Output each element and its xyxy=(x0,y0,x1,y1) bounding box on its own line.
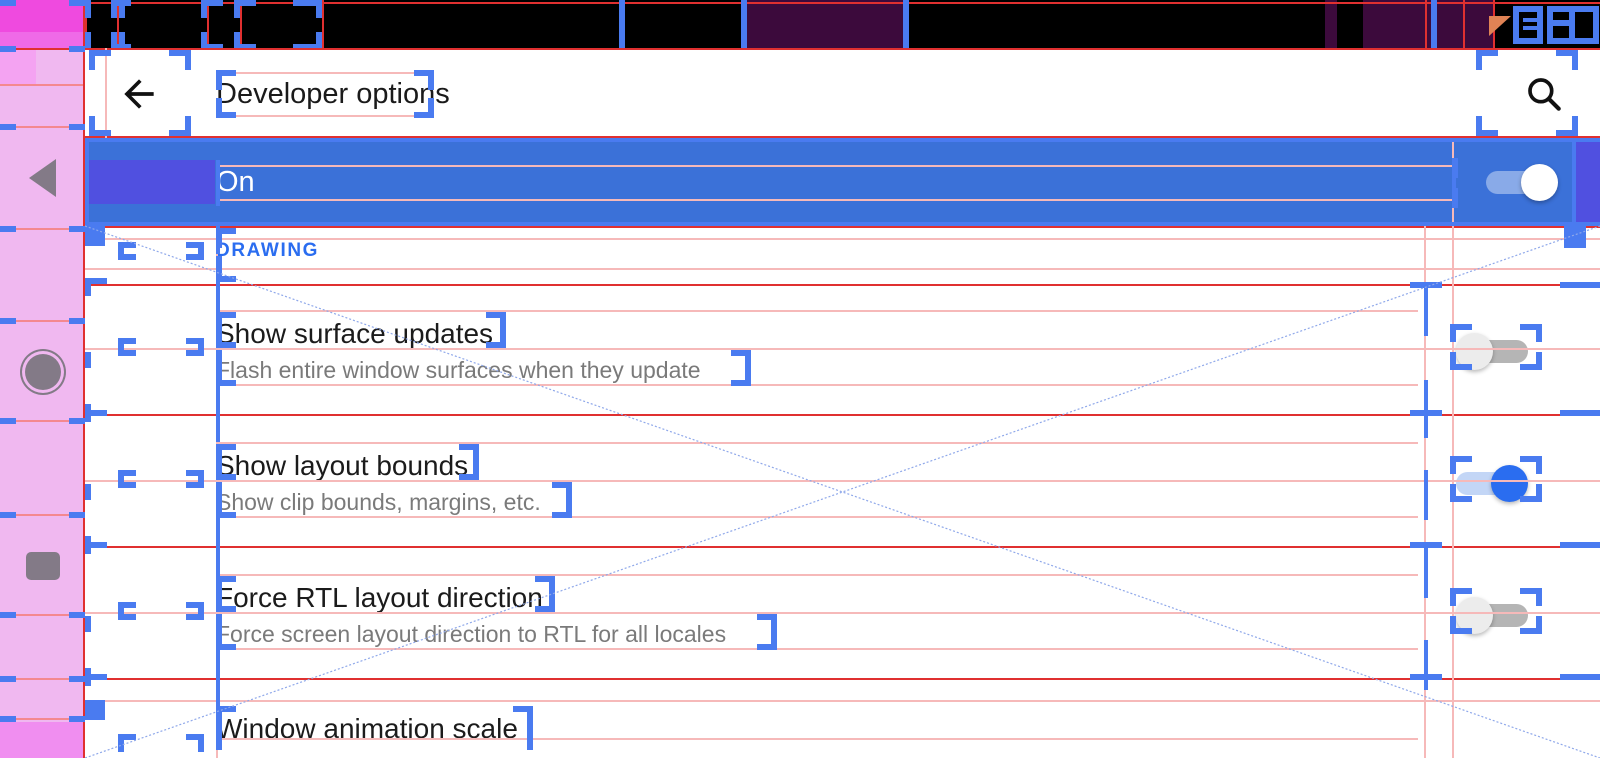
preference-row-force-rtl[interactable]: Force RTL layout direction Force screen … xyxy=(85,547,1600,683)
switch-thumb xyxy=(1491,465,1528,502)
bound-corner xyxy=(69,612,85,618)
bound-corner xyxy=(0,418,16,424)
bound-corner xyxy=(0,676,16,682)
switch-thumb xyxy=(1456,333,1493,370)
search-icon xyxy=(1528,78,1561,111)
status-bar-region xyxy=(747,0,909,50)
master-left-band xyxy=(85,160,215,204)
bound-corner xyxy=(69,716,85,722)
status-bar-region xyxy=(1363,0,1493,50)
bound-line xyxy=(1463,0,1465,50)
bound-corner xyxy=(0,716,16,722)
preference-summary: Flash entire window surfaces when they u… xyxy=(216,357,701,383)
bound-corner xyxy=(0,226,16,232)
nav-recents-button[interactable] xyxy=(0,516,85,616)
bound-corner xyxy=(0,0,16,6)
back-button[interactable] xyxy=(89,52,189,136)
app-toolbar: Developer options xyxy=(85,50,1600,138)
navigation-bar xyxy=(0,0,85,758)
preference-row-show-surface-updates[interactable]: Show surface updates Flash entire window… xyxy=(85,283,1600,419)
bound-corner xyxy=(69,512,85,518)
preference-toggle-force-rtl[interactable] xyxy=(1456,597,1528,634)
android-screen: Developer options On DRAWING Show surfac… xyxy=(0,0,1600,758)
bound-corner xyxy=(69,418,85,424)
bound-corner xyxy=(69,318,85,324)
triangle-back-icon xyxy=(29,159,56,197)
nav-sub-band xyxy=(0,50,36,86)
bound-line xyxy=(1425,0,1427,50)
bound-line xyxy=(240,0,242,50)
bound-line xyxy=(322,0,324,50)
search-button[interactable] xyxy=(1496,52,1592,136)
bound-corner xyxy=(0,612,16,618)
bound-corner xyxy=(0,318,16,324)
switch-thumb xyxy=(1521,164,1558,201)
back-arrow-icon xyxy=(124,79,154,109)
bound-corner xyxy=(0,46,16,52)
preference-title: Show surface updates xyxy=(216,318,494,349)
master-switch-label: On xyxy=(216,166,255,198)
page-title: Developer options xyxy=(216,78,450,110)
bound-corner xyxy=(69,46,85,52)
master-right-band xyxy=(1572,138,1600,226)
preference-toggle-show-layout-bounds[interactable] xyxy=(1456,465,1528,502)
nav-back-button[interactable] xyxy=(0,128,85,228)
switch-thumb xyxy=(1456,597,1493,634)
nav-bound-line xyxy=(0,84,85,86)
preference-title: Force RTL layout direction xyxy=(216,582,543,613)
bound-corner xyxy=(0,124,16,130)
master-switch-toggle[interactable] xyxy=(1486,164,1558,201)
bound-corner xyxy=(69,226,85,232)
status-bar-region xyxy=(1325,0,1337,50)
preference-row-window-animation-scale[interactable]: Window animation scale xyxy=(85,679,1600,758)
bound-corner xyxy=(0,512,16,518)
nav-bottom-band xyxy=(0,722,85,758)
bound-corner xyxy=(69,0,85,6)
preference-title: Window animation scale xyxy=(216,713,518,744)
preference-title: Show layout bounds xyxy=(216,450,469,481)
bound-line xyxy=(207,0,209,50)
developer-options-master-switch-row[interactable]: On xyxy=(85,138,1600,226)
square-recents-icon xyxy=(25,552,60,580)
preference-toggle-show-surface-updates[interactable] xyxy=(1456,333,1528,370)
preference-summary: Show clip bounds, margins, etc. xyxy=(216,489,541,515)
preferences-list[interactable]: DRAWING Show surface updates Flash entir… xyxy=(85,226,1600,758)
circle-home-icon xyxy=(24,354,61,390)
preference-summary: Force screen layout direction to RTL for… xyxy=(216,621,727,647)
section-header-drawing: DRAWING xyxy=(216,240,320,261)
wifi-icon xyxy=(1489,16,1511,36)
preference-row-show-layout-bounds[interactable]: Show layout bounds Show clip bounds, mar… xyxy=(85,415,1600,551)
nav-home-button[interactable] xyxy=(0,322,85,422)
status-bar xyxy=(85,0,1600,50)
bound-corner xyxy=(69,676,85,682)
bound-corner xyxy=(69,124,85,130)
